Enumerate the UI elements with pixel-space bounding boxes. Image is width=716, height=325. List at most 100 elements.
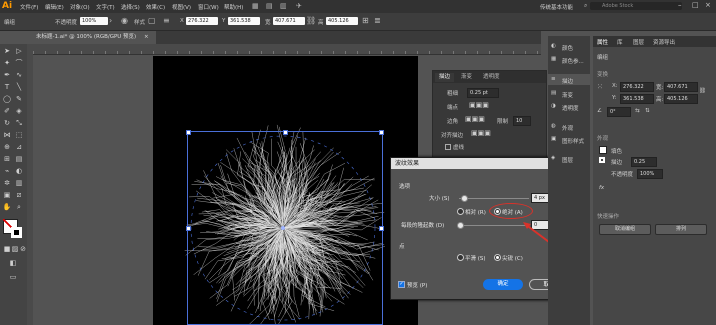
fx-icon[interactable]: fx — [599, 185, 604, 191]
smooth-radio[interactable] — [457, 254, 464, 261]
maximize-icon[interactable]: □ — [692, 1, 699, 9]
weight-field[interactable]: 0.25 pt — [467, 88, 499, 98]
props-opacity-field[interactable]: 100% — [637, 169, 663, 179]
minimize-icon[interactable]: – — [678, 1, 682, 9]
constrain-link-icon[interactable]: ⛓ — [699, 88, 706, 94]
menu-file[interactable]: 文件(F) — [20, 3, 38, 11]
dashed-checkbox[interactable] — [445, 144, 451, 150]
panel-label-graphic-styles[interactable]: 图形样式 — [562, 137, 584, 145]
align-buttons-icon[interactable]: ▣▣▣ — [471, 129, 491, 137]
stroke-swatch[interactable] — [11, 227, 22, 238]
gradient-icon[interactable]: ▤ — [14, 154, 24, 164]
direct-selection-tool-icon[interactable]: ▷ — [14, 46, 24, 56]
ridges-slider-knob[interactable] — [457, 222, 464, 229]
props-stroke-field[interactable]: 0.25 — [631, 157, 657, 167]
paintbrush-icon[interactable]: ✎ — [14, 94, 24, 104]
gradient-panel-icon[interactable]: ▤ — [551, 90, 556, 96]
tab-libraries[interactable]: 库 — [617, 38, 623, 46]
scale-icon[interactable]: ⤡ — [14, 118, 24, 128]
preview-checkbox[interactable]: ✓ — [398, 281, 405, 288]
tab-gradient[interactable]: 渐变 — [457, 73, 476, 82]
props-fill-swatch[interactable] — [599, 146, 607, 154]
zoom-tool-icon[interactable]: ⌕ — [14, 202, 24, 212]
panel-label-color-guide[interactable]: 颜色参... — [562, 57, 584, 65]
props-y-field[interactable]: 361.538 — [620, 94, 654, 104]
menu-icon[interactable]: ≣ — [374, 16, 381, 25]
panel-label-color[interactable]: 颜色 — [562, 44, 573, 52]
mesh-icon[interactable]: ⊞ — [2, 154, 12, 164]
x-field[interactable]: 276.322 — [186, 17, 218, 25]
appearance-panel-icon[interactable]: ◍ — [551, 123, 556, 129]
tab-asset-export[interactable]: 资源导出 — [653, 38, 675, 46]
blend-icon[interactable]: ◐ — [14, 166, 24, 176]
eraser-icon[interactable]: ◈ — [14, 106, 24, 116]
corner-radio[interactable] — [494, 254, 501, 261]
size-slider-track[interactable] — [459, 198, 529, 199]
stroke-panel-icon[interactable]: ≡ — [551, 76, 556, 82]
menu-select[interactable]: 选择(S) — [121, 3, 140, 11]
height-field[interactable]: 405.126 — [326, 17, 358, 25]
type-tool-icon[interactable]: T — [2, 82, 12, 92]
menu-edit[interactable]: 编辑(E) — [45, 3, 64, 11]
transparency-panel-icon[interactable]: ◑ — [551, 103, 556, 109]
transform-icon[interactable]: ⊞ — [362, 16, 369, 25]
handle-top-right[interactable] — [379, 130, 384, 135]
selection-tool-icon[interactable]: ➤ — [2, 46, 12, 56]
reference-point-icon[interactable]: ⁙ — [597, 83, 603, 91]
pen-tool-icon[interactable]: ✒ — [2, 70, 12, 80]
color-panel-icon[interactable]: ◐ — [551, 43, 556, 49]
panel-label-transparency[interactable]: 透明度 — [562, 104, 579, 112]
panel-label-appearance[interactable]: 外观 — [562, 124, 573, 132]
width-field[interactable]: 407.671 — [273, 17, 305, 25]
tab-stroke[interactable]: 描边 — [435, 73, 455, 82]
menu-view[interactable]: 视图(V) — [172, 3, 191, 11]
ellipse-tool-icon[interactable]: ◯ — [2, 94, 12, 104]
draw-mode-icon[interactable]: ◧ — [8, 258, 18, 268]
hand-tool-icon[interactable]: ✋ — [2, 202, 12, 212]
line-tool-icon[interactable]: ╲ — [14, 82, 24, 92]
props-width-field[interactable]: 407.671 — [664, 82, 698, 92]
screen-mode-icon[interactable]: ▭ — [8, 272, 18, 282]
panel-label-stroke[interactable]: 描边 — [562, 77, 573, 85]
props-height-field[interactable]: 405.126 — [664, 94, 698, 104]
stock-icon[interactable]: ▤ — [266, 2, 273, 10]
panel-label-gradient[interactable]: 渐变 — [562, 91, 573, 99]
artboard-tool-icon[interactable]: ▣ — [2, 190, 12, 200]
shaper-icon[interactable]: ✐ — [2, 106, 12, 116]
menu-type[interactable]: 文字(T) — [96, 3, 115, 11]
style-swatch-icon[interactable]: ▢ — [148, 16, 156, 25]
menu-help[interactable]: 帮助(H) — [224, 3, 243, 11]
slice-tool-icon[interactable]: ⧄ — [14, 190, 24, 200]
document-tab[interactable]: 未标题-1.ai* @ 100% (RGB/GPU 预览) × — [33, 31, 156, 44]
rotate-icon[interactable]: ↻ — [2, 118, 12, 128]
menu-window[interactable]: 窗口(W) — [198, 3, 219, 11]
handle-top-center[interactable] — [283, 130, 288, 135]
handle-middle-right[interactable] — [379, 226, 384, 231]
free-transform-icon[interactable]: ⬚ — [14, 130, 24, 140]
close-icon[interactable]: × — [705, 1, 711, 9]
props-x-field[interactable]: 276.322 — [620, 82, 654, 92]
size-slider-knob[interactable] — [460, 195, 468, 202]
workspace-switcher[interactable]: 传统基本功能 — [540, 3, 573, 11]
cap-buttons-icon[interactable]: ▣▣▣ — [469, 101, 489, 109]
arrange-docs-icon[interactable]: ▥ — [280, 2, 287, 10]
ungroup-button[interactable]: 取消编组 — [599, 224, 651, 235]
color-guide-icon[interactable]: ▦ — [551, 56, 556, 62]
angle-field[interactable]: 0° — [607, 107, 631, 117]
perspective-icon[interactable]: ⊿ — [14, 142, 24, 152]
graphic-styles-icon[interactable]: ▣ — [551, 136, 556, 142]
limit-field[interactable]: 10 — [513, 116, 531, 126]
bridge-icon[interactable]: ▦ — [252, 2, 259, 10]
props-stroke-swatch[interactable] — [599, 157, 605, 163]
chevron-right-icon[interactable]: › — [109, 16, 112, 25]
stock-search-input[interactable]: Adobe Stock — [590, 2, 682, 10]
recolor-icon[interactable]: ◉ — [121, 16, 128, 25]
tab-layers[interactable]: 图层 — [633, 38, 644, 46]
document-tab-close[interactable]: × — [144, 34, 149, 40]
align-icon[interactable]: ≡ — [163, 16, 170, 25]
shape-builder-icon[interactable]: ⊕ — [2, 142, 12, 152]
menu-object[interactable]: 对象(O) — [70, 3, 90, 11]
tab-properties[interactable]: 属性 — [597, 38, 608, 46]
magic-wand-icon[interactable]: ✦ — [2, 58, 12, 68]
relative-radio[interactable] — [457, 208, 464, 215]
